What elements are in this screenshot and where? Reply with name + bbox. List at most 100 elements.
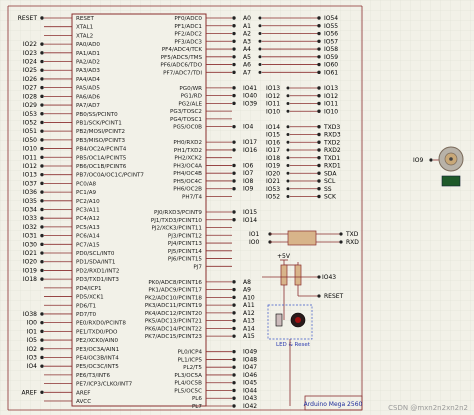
left-pin-terminal[interactable] (40, 338, 44, 342)
right-pin-terminal[interactable] (232, 179, 236, 183)
header-terminal[interactable] (317, 171, 321, 175)
left-pin-terminal[interactable] (40, 155, 44, 159)
left-pin-terminal[interactable] (40, 146, 44, 151)
right-pin-terminal[interactable] (232, 47, 236, 51)
right-pin-terminal[interactable] (232, 349, 236, 354)
left-pin-terminal[interactable] (40, 77, 44, 81)
left-pin-terminal[interactable] (40, 347, 44, 351)
header-terminal[interactable] (317, 94, 321, 98)
left-pin-terminal[interactable] (40, 390, 44, 394)
left-pin-terminal[interactable] (40, 199, 44, 203)
right-pin-terminal[interactable] (232, 124, 236, 129)
header-terminal[interactable] (317, 16, 321, 20)
header-terminal[interactable] (317, 125, 321, 129)
header-terminal[interactable] (317, 156, 321, 160)
right-pin-terminal[interactable] (232, 396, 236, 400)
header-terminal[interactable] (317, 179, 321, 183)
right-pin-terminal[interactable] (232, 295, 236, 300)
left-pin-terminal[interactable] (40, 260, 44, 264)
left-pin-terminal[interactable] (40, 103, 44, 107)
right-pin-terminal[interactable] (232, 280, 236, 284)
header-terminal[interactable] (317, 101, 321, 106)
left-pin-terminal[interactable] (40, 112, 44, 116)
right-pin-terminal[interactable] (232, 171, 236, 175)
left-pin-terminal[interactable] (40, 216, 44, 220)
left-pin-terminal[interactable] (40, 233, 44, 238)
left-pin-terminal[interactable] (40, 251, 44, 255)
left-pin-terminal[interactable] (40, 207, 44, 212)
left-pin-terminal[interactable] (40, 277, 44, 281)
right-pin-terminal[interactable] (232, 210, 236, 214)
left-pin-terminal[interactable] (40, 85, 44, 90)
left-pin-terminal[interactable] (40, 94, 44, 99)
header-terminal[interactable] (317, 70, 321, 75)
header-terminal[interactable] (317, 31, 321, 36)
left-pin-terminal[interactable] (40, 355, 44, 360)
left-pin-terminal[interactable] (40, 68, 44, 72)
left-pin-terminal[interactable] (40, 242, 44, 247)
right-pin-terminal[interactable] (232, 388, 236, 393)
reset-button[interactable] (275, 313, 283, 327)
right-pin-terminal[interactable] (232, 218, 236, 222)
right-pin-terminal[interactable] (232, 163, 236, 168)
header-terminal[interactable] (317, 148, 321, 152)
header-terminal[interactable] (317, 55, 321, 59)
left-pin-terminal[interactable] (40, 138, 44, 142)
header-terminal[interactable] (317, 132, 321, 137)
right-pin-terminal[interactable] (232, 381, 236, 385)
left-pin-terminal[interactable] (40, 225, 44, 229)
left-pin-terminal[interactable] (40, 129, 44, 133)
left-pin-terminal[interactable] (40, 172, 44, 177)
header-terminal[interactable] (317, 86, 321, 90)
right-pin-terminal[interactable] (232, 24, 236, 28)
right-pin-terminal[interactable] (232, 16, 236, 20)
right-pin-terminal[interactable] (232, 140, 236, 144)
header-terminal[interactable] (317, 187, 321, 191)
left-net-label: IO32 (23, 224, 37, 231)
header-terminal[interactable] (317, 39, 321, 43)
uart-txd-label: TXD (345, 231, 359, 238)
header-terminal[interactable] (317, 62, 321, 67)
header-terminal[interactable] (317, 24, 321, 28)
left-pin-terminal[interactable] (40, 312, 44, 316)
left-pin-terminal[interactable] (40, 59, 44, 64)
header-terminal[interactable] (317, 109, 321, 113)
header-terminal[interactable] (317, 47, 321, 51)
right-pin-terminal[interactable] (232, 101, 236, 106)
header-terminal[interactable] (317, 194, 321, 199)
left-pin-terminal[interactable] (40, 181, 44, 186)
right-pin-terminal[interactable] (232, 287, 236, 292)
header-terminal[interactable] (317, 163, 321, 168)
left-pin-terminal[interactable] (40, 364, 44, 368)
left-pin-terminal[interactable] (40, 164, 44, 168)
right-pin-terminal[interactable] (232, 357, 236, 362)
left-pin-terminal[interactable] (40, 320, 44, 325)
right-pin-terminal[interactable] (232, 62, 236, 67)
right-pin-terminal[interactable] (232, 70, 236, 75)
right-pin-terminal[interactable] (232, 303, 236, 307)
left-pin-terminal[interactable] (40, 51, 44, 55)
right-pin-terminal[interactable] (232, 31, 236, 36)
right-net-label: A15 (243, 333, 255, 340)
left-pin-terminal[interactable] (40, 42, 44, 46)
left-pin-terminal[interactable] (40, 268, 44, 273)
right-pin-terminal[interactable] (232, 326, 236, 331)
left-pin-terminal[interactable] (40, 120, 44, 125)
right-pin-terminal[interactable] (232, 334, 236, 338)
left-pin-terminal[interactable] (40, 329, 44, 334)
left-pin-terminal[interactable] (40, 16, 44, 20)
header-terminal[interactable] (317, 140, 321, 144)
right-pin-terminal[interactable] (232, 148, 236, 152)
right-pin-terminal[interactable] (232, 86, 236, 90)
right-pin-terminal[interactable] (232, 404, 236, 408)
right-pin-terminal[interactable] (232, 311, 236, 315)
right-pin-terminal[interactable] (232, 93, 236, 98)
left-pin-terminal[interactable] (40, 190, 44, 194)
right-pin-terminal[interactable] (232, 55, 236, 59)
right-pin-function-label: PF2/ADC2 (174, 32, 202, 38)
right-pin-terminal[interactable] (232, 373, 236, 377)
right-pin-terminal[interactable] (232, 187, 236, 191)
right-pin-terminal[interactable] (232, 365, 236, 369)
right-pin-terminal[interactable] (232, 39, 236, 43)
right-pin-terminal[interactable] (232, 318, 236, 323)
